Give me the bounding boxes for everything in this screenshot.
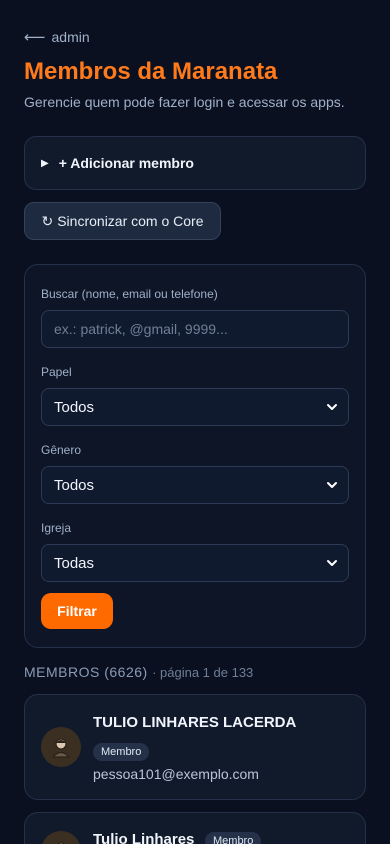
search-label: Buscar (nome, email ou telefone) — [41, 287, 218, 301]
search-input[interactable] — [41, 310, 349, 348]
role-select-value: Todos — [54, 398, 95, 416]
sync-core-button[interactable]: ↻ Sincronizar com o Core — [24, 202, 221, 240]
church-select-value: Todas — [54, 554, 95, 572]
member-card[interactable]: Tulio Linhares Membro — [24, 812, 366, 844]
avatar — [41, 727, 81, 767]
member-card[interactable]: TULIO LINHARES LACERDA Membro pessoa101@… — [24, 694, 366, 800]
members-count: MEMBROS (6626) — [24, 664, 148, 680]
gender-label: Gênero — [41, 443, 82, 457]
user-avatar-icon — [57, 842, 65, 844]
avatar — [41, 831, 81, 844]
filter-panel: Buscar (nome, email ou telefone) Papel T… — [24, 264, 366, 648]
disclosure-triangle-icon: ▶ — [41, 157, 49, 169]
page-title: Membros da Maranata — [24, 58, 278, 85]
chevron-down-icon — [327, 482, 337, 488]
gender-select-value: Todos — [54, 476, 95, 494]
filter-button[interactable]: Filtrar — [41, 593, 113, 629]
member-name: TULIO LINHARES LACERDA — [93, 714, 297, 731]
role-badge: Membro — [93, 743, 150, 761]
sync-core-label: Sincronizar com o Core — [57, 213, 204, 229]
add-member-toggle[interactable]: ▶ + Adicionar membro — [24, 136, 366, 190]
user-avatar-icon — [51, 738, 71, 758]
chevron-down-icon — [327, 560, 337, 566]
page-subtitle: Gerencie quem pode fazer login e acessar… — [24, 94, 345, 110]
member-email: pessoa101@exemplo.com — [93, 766, 259, 782]
member-name: Tulio Linhares — [93, 831, 195, 844]
arrow-left-icon: ⟵ — [24, 29, 46, 46]
church-label: Igreja — [41, 521, 72, 535]
back-link[interactable]: ⟵ admin — [24, 28, 90, 46]
role-select[interactable]: Todos — [41, 388, 349, 426]
role-label: Papel — [41, 365, 72, 379]
back-link-label: admin — [51, 29, 90, 45]
chevron-down-icon — [327, 404, 337, 410]
refresh-icon: ↻ — [41, 212, 54, 229]
gender-select[interactable]: Todos — [41, 466, 349, 504]
pagination-info: · página 1 de 133 — [152, 665, 254, 680]
members-heading: MEMBROS (6626) · página 1 de 133 — [24, 664, 253, 680]
add-member-label: + Adicionar membro — [58, 155, 194, 171]
church-select[interactable]: Todas — [41, 544, 349, 582]
role-badge: Membro — [205, 832, 262, 844]
